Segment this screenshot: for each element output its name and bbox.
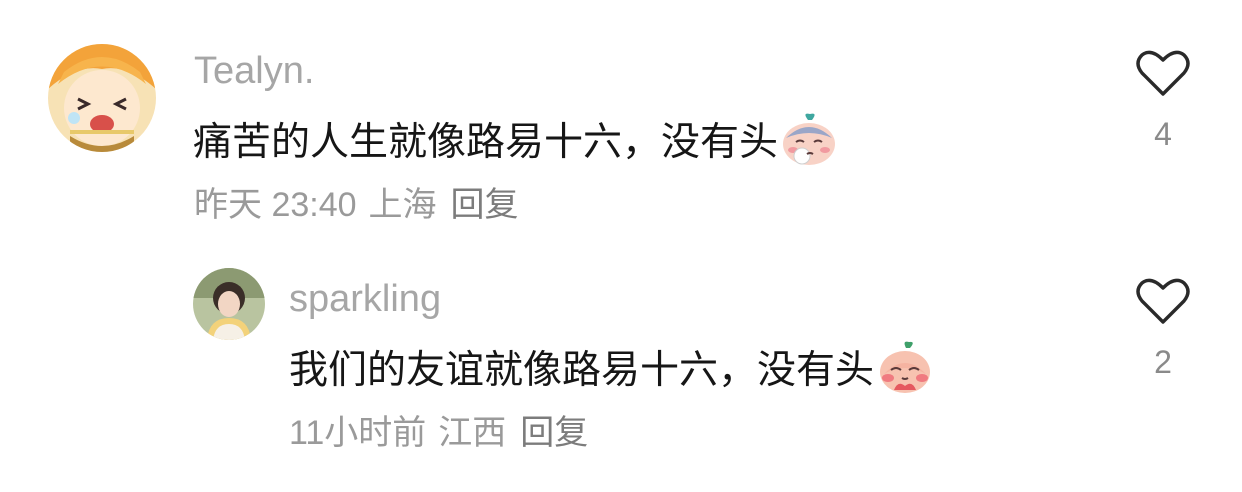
comment-text-body: 我们的友谊就像路易十六，没有头 — [289, 348, 875, 393]
avatar[interactable] — [193, 268, 265, 340]
reply-button[interactable]: 回复 — [451, 188, 519, 222]
username[interactable]: Tealyn. — [194, 52, 314, 90]
username[interactable]: sparkling — [289, 280, 441, 318]
comment-meta: 昨天 23:40 上海 回复 — [194, 188, 519, 222]
comment-text: 我们的友谊就像路易十六，没有头 — [289, 340, 934, 401]
comment-time: 昨天 23:40 — [194, 186, 357, 224]
sad-peach-sticker — [780, 112, 838, 173]
like-count: 2 — [1154, 344, 1172, 380]
comment-text-body: 痛苦的人生就像路易十六，没有头 — [193, 120, 779, 165]
comment-location: 上海 — [368, 185, 437, 225]
like-block: 2 — [1133, 278, 1193, 378]
avatar[interactable] — [48, 44, 156, 152]
heart-outline-icon[interactable] — [1136, 50, 1190, 98]
comment-location: 江西 — [438, 413, 507, 453]
reply-button[interactable]: 回复 — [520, 416, 588, 450]
comment-text: 痛苦的人生就像路易十六，没有头 — [193, 112, 838, 173]
like-block: 4 — [1133, 50, 1193, 150]
like-count: 4 — [1154, 116, 1172, 152]
shy-peach-sticker — [876, 340, 934, 401]
comment-meta: 11小时前 江西 回复 — [289, 416, 588, 450]
heart-outline-icon[interactable] — [1136, 278, 1190, 326]
comment-time: 11小时前 — [289, 414, 427, 452]
